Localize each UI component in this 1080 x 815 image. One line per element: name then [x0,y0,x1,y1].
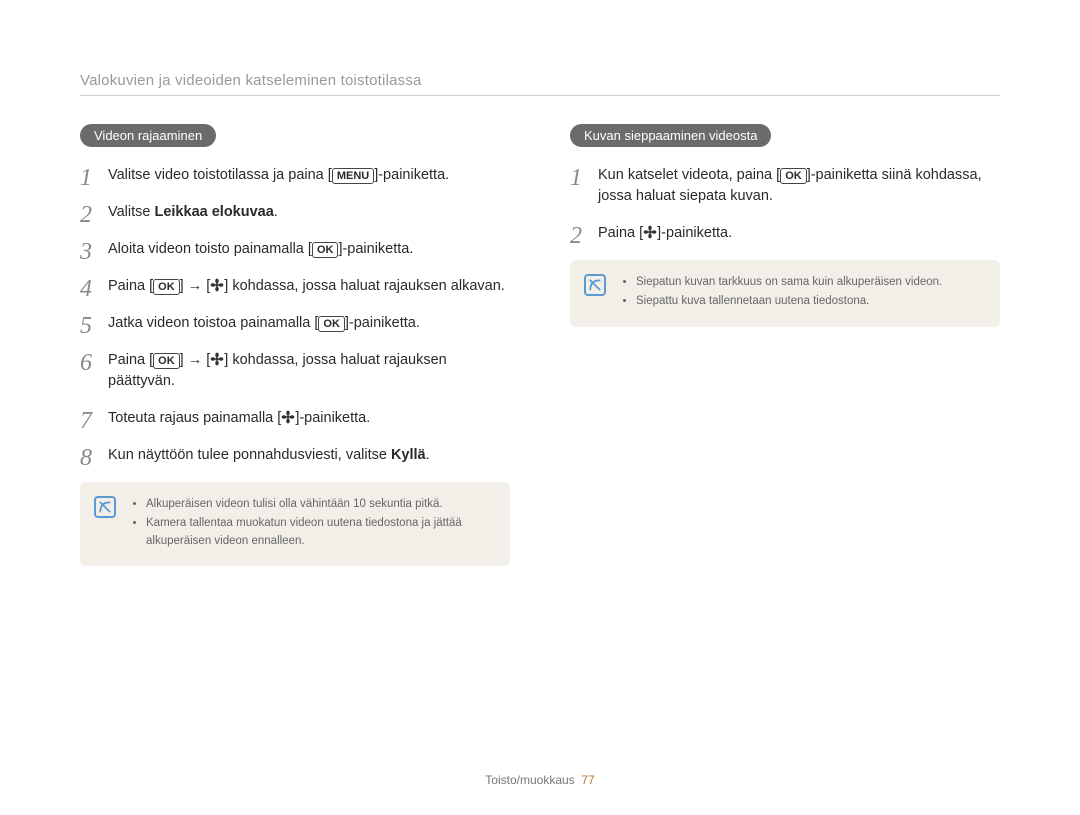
flower-icon [210,352,224,366]
flower-icon [643,225,657,239]
text: ] kohdassa, jossa haluat rajauksen alkav… [224,278,505,294]
left-step-1: Valitse video toistotilassa ja paina [ME… [80,165,510,186]
info-icon [584,274,606,296]
text: Valitse video toistotilassa ja paina [ [108,167,332,183]
left-heading-pill: Videon rajaaminen [80,124,216,147]
text: Paina [ [598,225,643,241]
left-step-2: Valitse Leikkaa elokuvaa. [80,202,510,223]
right-heading-pill: Kuvan sieppaaminen videosta [570,124,771,147]
page-footer: Toisto/muokkaus 77 [0,773,1080,787]
text: . [274,204,278,220]
content-columns: Videon rajaaminen Valitse video toistoti… [80,124,1000,566]
left-step-5: Jatka videon toistoa painamalla [OK]-pai… [80,313,510,334]
footer-section: Toisto/muokkaus [485,773,574,787]
right-column: Kuvan sieppaaminen videosta Kun katselet… [570,124,1000,566]
page-number: 77 [581,773,594,787]
text: Jatka videon toistoa painamalla [ [108,315,318,331]
text: ] → [ [180,352,211,368]
right-step-1: Kun katselet videota, paina [OK]-painike… [570,165,1000,207]
flower-icon [281,410,295,424]
text: ]-painiketta. [345,315,420,331]
bold-text: Leikkaa elokuvaa [154,204,273,220]
note-item: Siepatun kuvan tarkkuus on sama kuin alk… [636,274,984,291]
left-step-6: Paina [OK] → [] kohdassa, jossa haluat r… [80,350,510,392]
text: Toteuta rajaus painamalla [ [108,410,281,426]
right-step-2: Paina [ ]-painiketta. [570,223,1000,244]
flower-icon [210,278,224,292]
ok-key-icon: OK [780,168,807,184]
left-column: Videon rajaaminen Valitse video toistoti… [80,124,510,566]
left-step-7: Toteuta rajaus painamalla [ ]-painiketta. [80,408,510,429]
divider [80,95,1000,96]
right-note-box: Siepatun kuvan tarkkuus on sama kuin alk… [570,260,1000,327]
note-list: Siepatun kuvan tarkkuus on sama kuin alk… [622,274,984,311]
ok-key-icon: OK [153,353,180,369]
note-item: Siepattu kuva tallennetaan uutena tiedos… [636,293,984,310]
text: . [426,447,430,463]
breadcrumb: Valokuvien ja videoiden katseleminen toi… [80,72,1000,89]
left-step-3: Aloita videon toisto painamalla [OK]-pai… [80,239,510,260]
bold-text: Kyllä [391,447,426,463]
right-steps: Kun katselet videota, paina [OK ]-painike… [570,165,1000,244]
text: Kun näyttöön tulee ponnahdusviesti, vali… [108,447,391,463]
ok-key-icon: OK [318,316,345,332]
text: ]-painiketta. [338,241,413,257]
text: ] → [ [180,278,211,294]
text: ]-painiketta. [374,167,449,183]
note-item: Alkuperäisen videon tulisi olla vähintää… [146,496,494,513]
note-list: Alkuperäisen videon tulisi olla vähintää… [132,496,494,550]
left-step-8: Kun näyttöön tulee ponnahdusviesti, vali… [80,445,510,466]
text: Paina [ [108,352,153,368]
left-steps: Valitse video toistotilassa ja paina [ME… [80,165,510,466]
ok-key-icon: OK [153,279,180,295]
text: Valitse [108,204,154,220]
text: ]-painiketta. [657,225,732,241]
text: ]-painiketta. [295,410,370,426]
text: Paina [ [108,278,153,294]
ok-key-icon: OK [312,242,339,258]
text: Kun katselet videota, paina [ [598,167,780,183]
left-note-box: Alkuperäisen videon tulisi olla vähintää… [80,482,510,566]
left-step-4: Paina [OK] → [ ] kohdassa, jossa haluat r… [80,276,510,297]
info-icon [94,496,116,518]
note-item: Kamera tallentaa muokatun videon uutena … [146,515,494,550]
menu-key-icon: MENU [332,168,374,184]
text: Aloita videon toisto painamalla [ [108,241,312,257]
